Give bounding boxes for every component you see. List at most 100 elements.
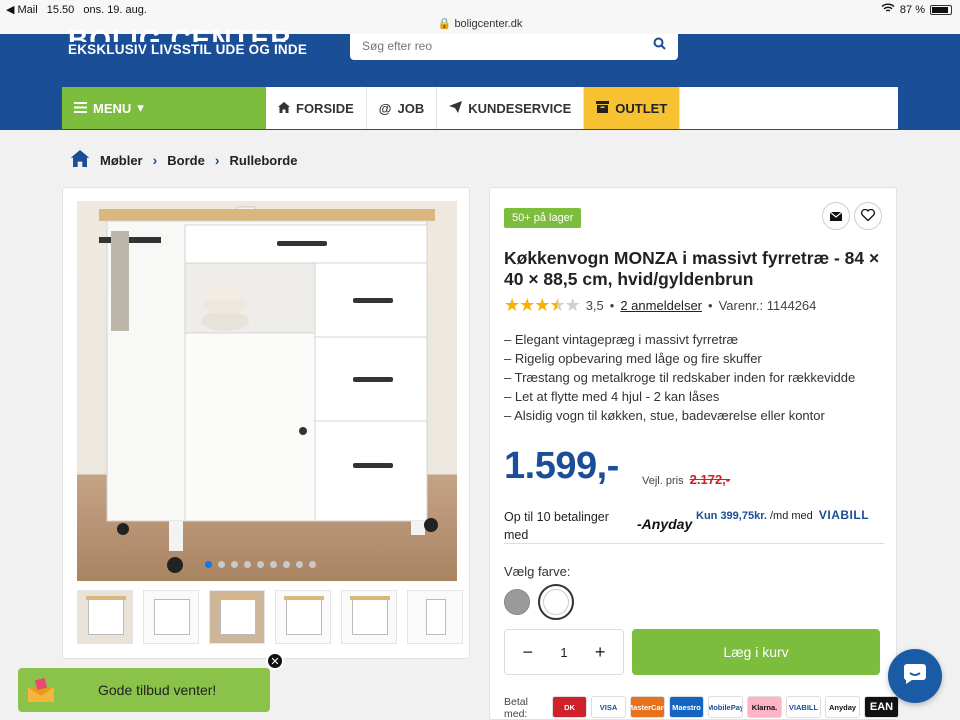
mobilepay-logo: MobilePay [708, 696, 743, 718]
nav-item-kundeservice[interactable]: KUNDESERVICE [437, 87, 585, 129]
breadcrumb-item[interactable]: Borde [167, 153, 205, 168]
brand-logo[interactable]: BOLIG CENTER [68, 24, 292, 42]
at-icon: @ [378, 100, 392, 116]
product-gallery [62, 187, 470, 659]
thumbnail[interactable] [77, 590, 133, 644]
feature-list: Elegant vintagepræg i massivt fyrretræ R… [504, 330, 855, 425]
viabill-offer[interactable]: Kun 399,75kr. /md med VIABILL [696, 508, 869, 522]
menu-button[interactable]: MENU ▾ [62, 87, 266, 129]
thumbnail[interactable] [275, 590, 331, 644]
chat-button[interactable] [888, 649, 942, 703]
heart-icon [861, 208, 875, 224]
thumbnail-strip [77, 590, 463, 644]
quantity-value[interactable]: 1 [560, 645, 567, 660]
product-title: Køkkenvogn MONZA i massivt fyrretræ - 84… [504, 248, 880, 289]
divider [504, 543, 884, 544]
carousel-dot[interactable] [218, 561, 225, 568]
feature-item: Rigelig opbevaring med låge og fire skuf… [504, 349, 855, 368]
color-swatch-white[interactable] [538, 584, 574, 620]
payment-label: Betal med: [504, 696, 528, 720]
payment-methods: DK VISA MasterCard Maestro MobilePay Kla… [552, 696, 899, 718]
visa-logo: VISA [591, 696, 626, 718]
carousel-dot[interactable] [205, 561, 212, 568]
send-icon [449, 100, 463, 116]
home-icon [278, 101, 290, 116]
viabill-logo: VIABILL [818, 508, 870, 522]
reviews-link[interactable]: 2 anmeldelser [620, 298, 702, 313]
chevron-right-icon: › [214, 152, 220, 168]
thumbnail[interactable] [143, 590, 199, 644]
chevron-right-icon: › [152, 152, 158, 168]
search-box [350, 34, 678, 60]
chat-bubble-icon [903, 663, 927, 690]
carousel-dot[interactable] [270, 561, 277, 568]
url-text: boligcenter.dk [454, 18, 523, 30]
dankort-logo: DK [552, 696, 587, 718]
wishlist-button[interactable] [854, 202, 882, 230]
star-half-icon: ★ [549, 295, 565, 315]
close-toast-button[interactable]: ✕ [266, 652, 284, 670]
thumbnail[interactable] [341, 590, 397, 644]
star-full-icon: ★ [504, 295, 520, 315]
color-label: Vælg farve: [504, 564, 571, 579]
viabill-payment-logo: VIABILL [786, 696, 821, 718]
star-full-icon: ★ [519, 295, 535, 315]
quantity-increase-button[interactable]: + [587, 642, 613, 663]
anyday-logo[interactable]: -Anyday [637, 516, 692, 532]
carousel-dot[interactable] [309, 561, 316, 568]
back-to-mail-link[interactable]: ◀ Mail [6, 4, 38, 16]
breadcrumb-item[interactable]: Rulleborde [230, 153, 298, 168]
carousel-dot[interactable] [283, 561, 290, 568]
carousel-dot[interactable] [231, 561, 238, 568]
add-to-cart-button[interactable]: Læg i kurv [632, 629, 880, 675]
nav-item-outlet[interactable]: OUTLET [584, 87, 681, 129]
toast-text: Gode tilbud venter! [98, 682, 217, 698]
viabill-amount: Kun 399,75kr. [696, 510, 767, 522]
quantity-stepper: − 1 + [504, 629, 624, 675]
envelope-icon [829, 209, 843, 224]
box-icon [596, 100, 610, 116]
sku-text: Varenr.: 1144264 [718, 298, 817, 313]
email-button[interactable] [822, 202, 850, 230]
search-input[interactable] [362, 34, 642, 58]
home-icon[interactable] [70, 150, 90, 170]
menu-label: MENU [93, 100, 132, 116]
thumbnail[interactable] [407, 590, 463, 644]
old-price: 2.172,- [689, 472, 731, 487]
search-icon[interactable] [653, 37, 666, 53]
status-date: ons. 19. aug. [83, 4, 147, 16]
nav-item-label: OUTLET [615, 100, 668, 116]
color-swatch-grey[interactable] [504, 589, 530, 615]
battery-icon [930, 4, 952, 15]
ean-logo: EAN [864, 696, 899, 718]
kitchen-cart-illustration [99, 206, 438, 573]
quantity-decrease-button[interactable]: − [515, 642, 541, 663]
carousel-dot[interactable] [257, 561, 264, 568]
caret-down-icon: ▾ [137, 100, 144, 115]
nav-item-job[interactable]: @ JOB [367, 87, 438, 129]
nav-item-forside[interactable]: FORSIDE [266, 87, 367, 129]
feature-item: Let at flytte med 4 hjul - 2 kan låses [504, 387, 855, 406]
status-time: 15.50 [46, 4, 75, 16]
promo-toast[interactable]: Gode tilbud venter! [18, 668, 270, 712]
hamburger-icon [74, 101, 87, 116]
thumbnail[interactable] [209, 590, 265, 644]
carousel-dot[interactable] [244, 561, 251, 568]
klarna-logo: Klarna. [747, 696, 782, 718]
feature-item: Alsidig vogn til køkken, stue, badeværel… [504, 406, 855, 425]
rating-row: ★★★★★ 3,5 • 2 anmeldelser • Varenr.: 114… [504, 295, 816, 316]
nav-item-label: FORSIDE [296, 100, 354, 116]
recommended-price-label: Vejl. pris [642, 475, 684, 487]
installments-text: Op til 10 betalinger med [504, 510, 609, 542]
rating-value: 3,5 [585, 298, 604, 313]
product-main-image[interactable] [77, 201, 457, 581]
carousel-dot[interactable] [296, 561, 303, 568]
breadcrumb-item[interactable]: Møbler [100, 153, 143, 168]
wifi-icon [881, 3, 895, 16]
viabill-text: /md med [770, 510, 813, 522]
recommended-price: Vejl. pris 2.172,- [642, 472, 730, 487]
maestro-logo: Maestro [669, 696, 704, 718]
star-empty-icon: ★ [564, 295, 581, 315]
main-nav: MENU ▾ FORSIDE @ JOB KUNDESERVICE OUTLET [62, 87, 898, 129]
product-info: 50+ på lager Køkkenvogn MONZA i massivt … [489, 187, 899, 720]
